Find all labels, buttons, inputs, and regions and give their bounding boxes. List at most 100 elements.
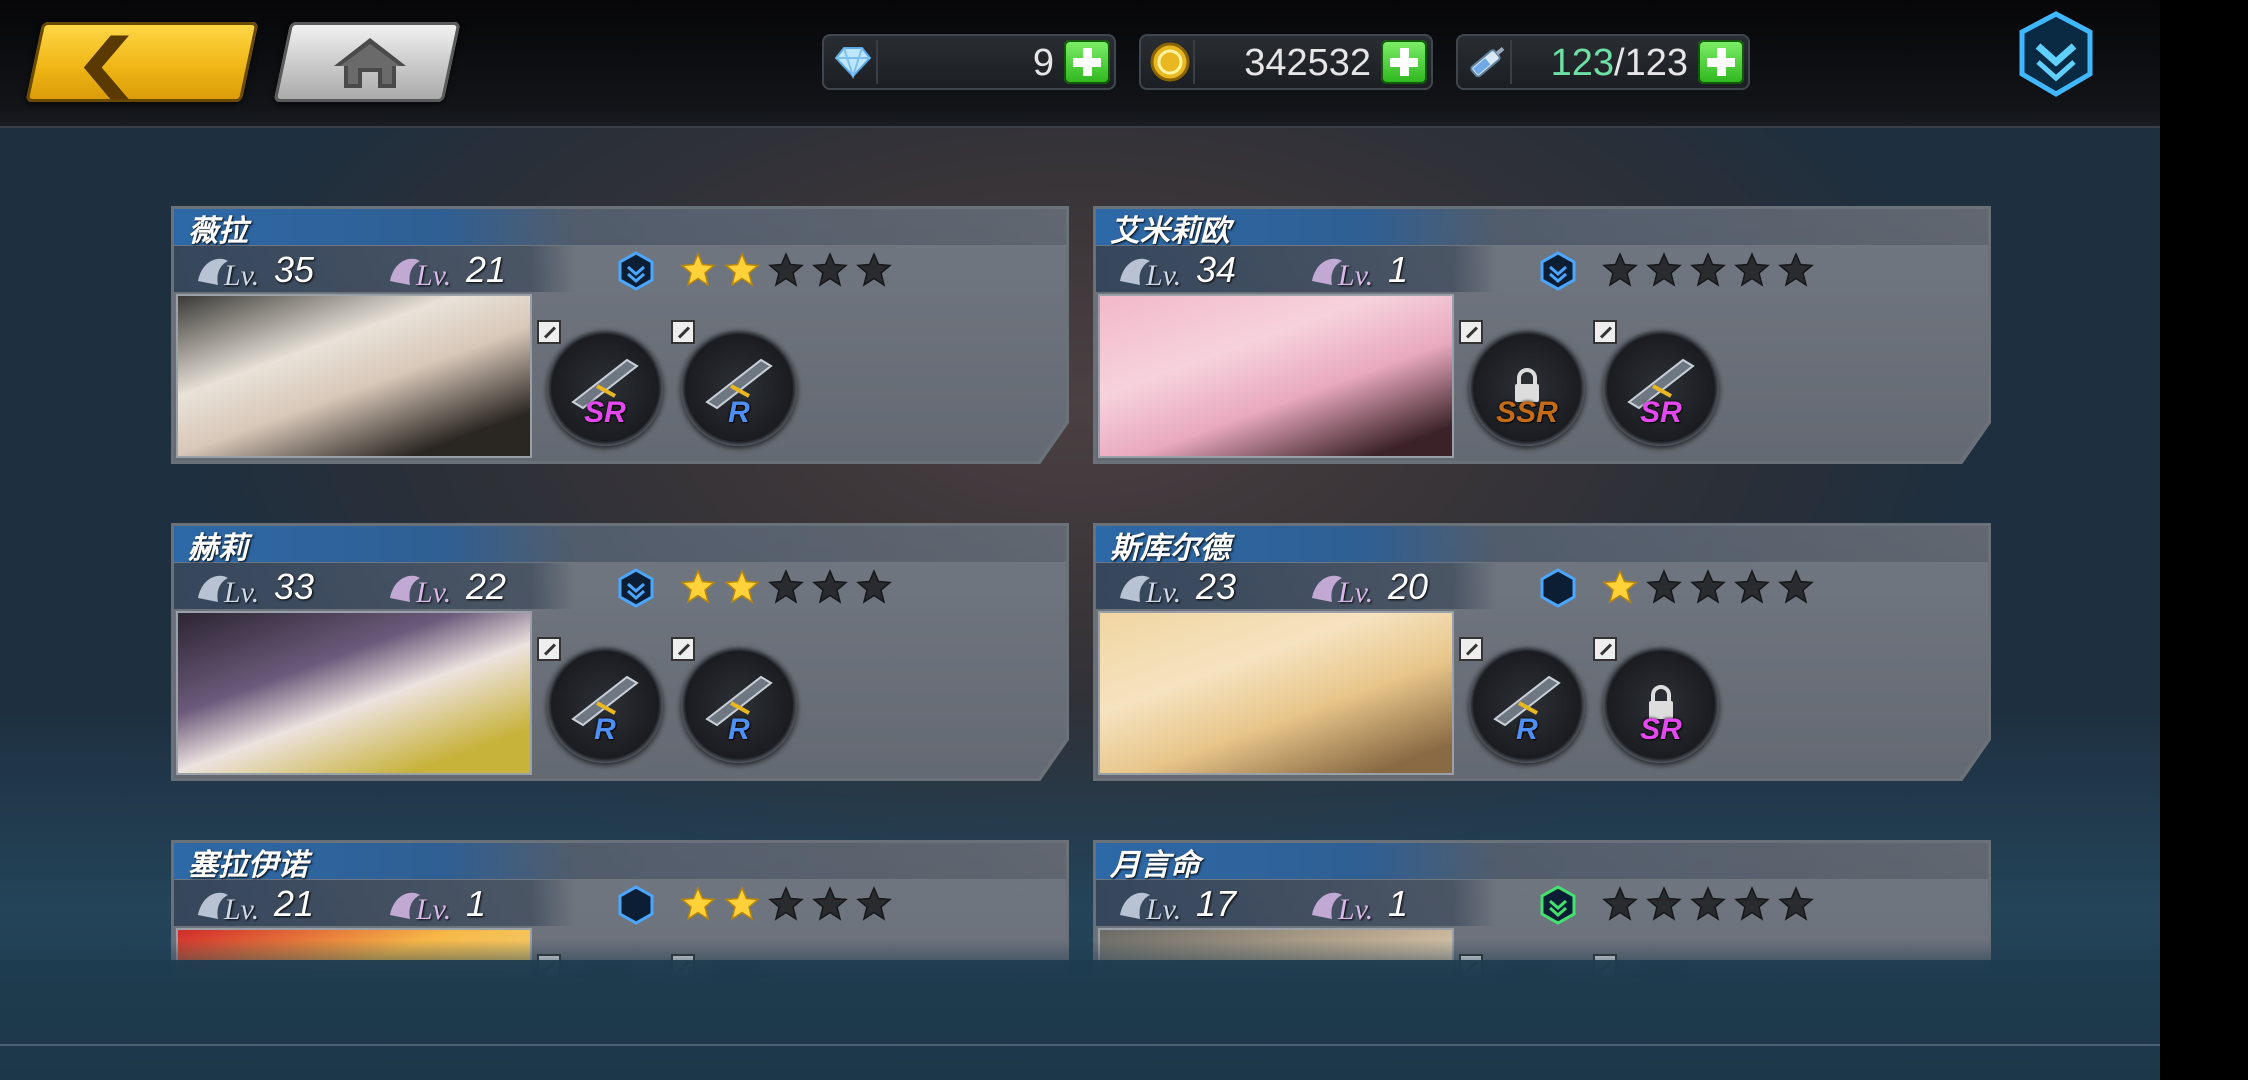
rarity-label: R <box>594 713 616 746</box>
edit-icon[interactable] <box>671 320 695 344</box>
add-energy-button[interactable] <box>1698 40 1744 84</box>
stat-row: Lv. 23 Lv. 20 <box>1096 563 1988 609</box>
equipment-slot[interactable]: R <box>671 637 797 763</box>
character-name: 薇拉 <box>188 215 248 248</box>
stat-row: Lv. 17 Lv. 1 <box>1096 880 1988 926</box>
star-empty-icon <box>1690 886 1726 921</box>
top-bar: ❮ 9 342532 123/123 <box>0 0 2160 128</box>
svg-text:Lv.: Lv. <box>1145 576 1181 608</box>
svg-text:Lv.: Lv. <box>223 576 259 608</box>
add-gold-button[interactable] <box>1381 40 1427 84</box>
star-empty-icon <box>1734 886 1770 921</box>
edit-icon[interactable] <box>671 637 695 661</box>
svg-text:Lv.: Lv. <box>415 259 451 291</box>
back-arrow-icon: ❮ <box>71 26 142 98</box>
diamond-icon <box>830 40 878 84</box>
star-empty-icon <box>1778 886 1814 921</box>
edit-icon[interactable] <box>1459 320 1483 344</box>
star-empty-icon <box>1690 252 1726 287</box>
star-rating <box>1602 252 1814 288</box>
star-filled-icon <box>680 569 716 604</box>
edit-icon[interactable] <box>1459 637 1483 661</box>
star-filled-icon <box>1602 569 1638 604</box>
screen-edge <box>2160 0 2248 1080</box>
name-bar: 艾米莉欧 <box>1096 209 1988 248</box>
star-empty-icon <box>768 252 804 287</box>
equipment-slot[interactable]: R <box>1459 637 1585 763</box>
chevron-down-menu-icon <box>2019 11 2093 97</box>
star-empty-icon <box>856 886 892 921</box>
energy-counter: 123/123 <box>1456 34 1750 90</box>
level-icon: Lv. <box>194 251 274 292</box>
star-filled-icon <box>680 252 716 287</box>
svg-text:Lv.: Lv. <box>1337 576 1373 608</box>
star-empty-icon <box>1646 252 1682 287</box>
character-card[interactable]: 艾米莉欧 Lv. 34 Lv. 1 SSR SR <box>1093 206 1991 464</box>
star-empty-icon <box>812 569 848 604</box>
character-name: 塞拉伊诺 <box>188 849 308 882</box>
equipment-slot[interactable]: SR <box>537 320 663 446</box>
stat-row: Lv. 33 Lv. 22 <box>174 563 1066 609</box>
back-button[interactable]: ❮ <box>25 22 259 102</box>
character-name: 赫莉 <box>188 532 248 565</box>
equipment-slot[interactable]: R <box>537 637 663 763</box>
svg-text:Lv.: Lv. <box>223 259 259 291</box>
rank-chevron-blue-icon <box>1539 251 1577 291</box>
character-name: 月言命 <box>1110 849 1200 882</box>
stat-row: Lv. 34 Lv. 1 <box>1096 246 1988 292</box>
diamond-value: 9 <box>1032 42 1054 84</box>
stat-row: Lv. 35 Lv. 21 <box>174 246 1066 292</box>
rarity-label: R <box>1516 713 1538 746</box>
star-rating <box>680 252 892 288</box>
rank-chevron-blue-icon <box>617 251 655 291</box>
star-empty-icon <box>1778 252 1814 287</box>
edit-icon[interactable] <box>537 637 561 661</box>
gear-level-icon: Lv. <box>1308 885 1388 926</box>
rarity-label: SR <box>1640 713 1682 746</box>
star-empty-icon <box>1646 886 1682 921</box>
star-rating <box>1602 569 1814 605</box>
svg-text:Lv.: Lv. <box>415 893 451 925</box>
edit-icon[interactable] <box>1593 637 1617 661</box>
character-card[interactable]: 薇拉 Lv. 35 Lv. 21 SR R <box>171 206 1069 464</box>
gear-level-icon: Lv. <box>386 885 466 926</box>
character-portrait <box>1098 294 1454 458</box>
equipment-slot[interactable]: SR <box>1593 320 1719 446</box>
character-name: 艾米莉欧 <box>1110 215 1230 248</box>
svg-text:Lv.: Lv. <box>1337 259 1373 291</box>
equipment-slot[interactable]: R <box>671 320 797 446</box>
stat-row: Lv. 21 Lv. 1 <box>174 880 1066 926</box>
gold-counter: 342532 <box>1139 34 1433 90</box>
character-portrait <box>176 611 532 775</box>
rank-chevron-green-icon <box>1539 885 1577 925</box>
gear-level-icon: Lv. <box>386 251 466 292</box>
gold-coin-icon <box>1147 40 1195 84</box>
star-empty-icon <box>1734 252 1770 287</box>
equipment-slot[interactable]: SSR <box>1459 320 1585 446</box>
rank-hexagon-blue-icon <box>1539 568 1577 608</box>
rarity-label: SR <box>1640 396 1682 429</box>
equipment-slot[interactable]: SR <box>1593 637 1719 763</box>
star-empty-icon <box>1778 569 1814 604</box>
star-filled-icon <box>724 569 760 604</box>
rank-chevron-blue-icon <box>617 568 655 608</box>
character-card[interactable]: 斯库尔德 Lv. 23 Lv. 20 R SR <box>1093 523 1991 781</box>
star-empty-icon <box>1646 569 1682 604</box>
add-diamond-button[interactable] <box>1064 40 1110 84</box>
character-portrait <box>1098 611 1454 775</box>
level-icon: Lv. <box>1116 885 1196 926</box>
gear-level-icon: Lv. <box>1308 251 1388 292</box>
bottom-panel <box>0 960 2160 1080</box>
rarity-label: SSR <box>1496 396 1558 429</box>
character-card[interactable]: 赫莉 Lv. 33 Lv. 22 R R <box>171 523 1069 781</box>
level-icon: Lv. <box>194 885 274 926</box>
home-button[interactable] <box>273 22 461 102</box>
star-empty-icon <box>1602 886 1638 921</box>
character-list[interactable]: 薇拉 Lv. 35 Lv. 21 SR R 艾米莉欧 Lv. 34 Lv. 1 SSR SR 赫莉 Lv. 33… <box>0 130 2160 978</box>
svg-text:Lv.: Lv. <box>1145 259 1181 291</box>
energy-syringe-icon <box>1464 40 1512 84</box>
edit-icon[interactable] <box>537 320 561 344</box>
edit-icon[interactable] <box>1593 320 1617 344</box>
menu-button[interactable] <box>2016 10 2096 98</box>
svg-text:Lv.: Lv. <box>415 576 451 608</box>
